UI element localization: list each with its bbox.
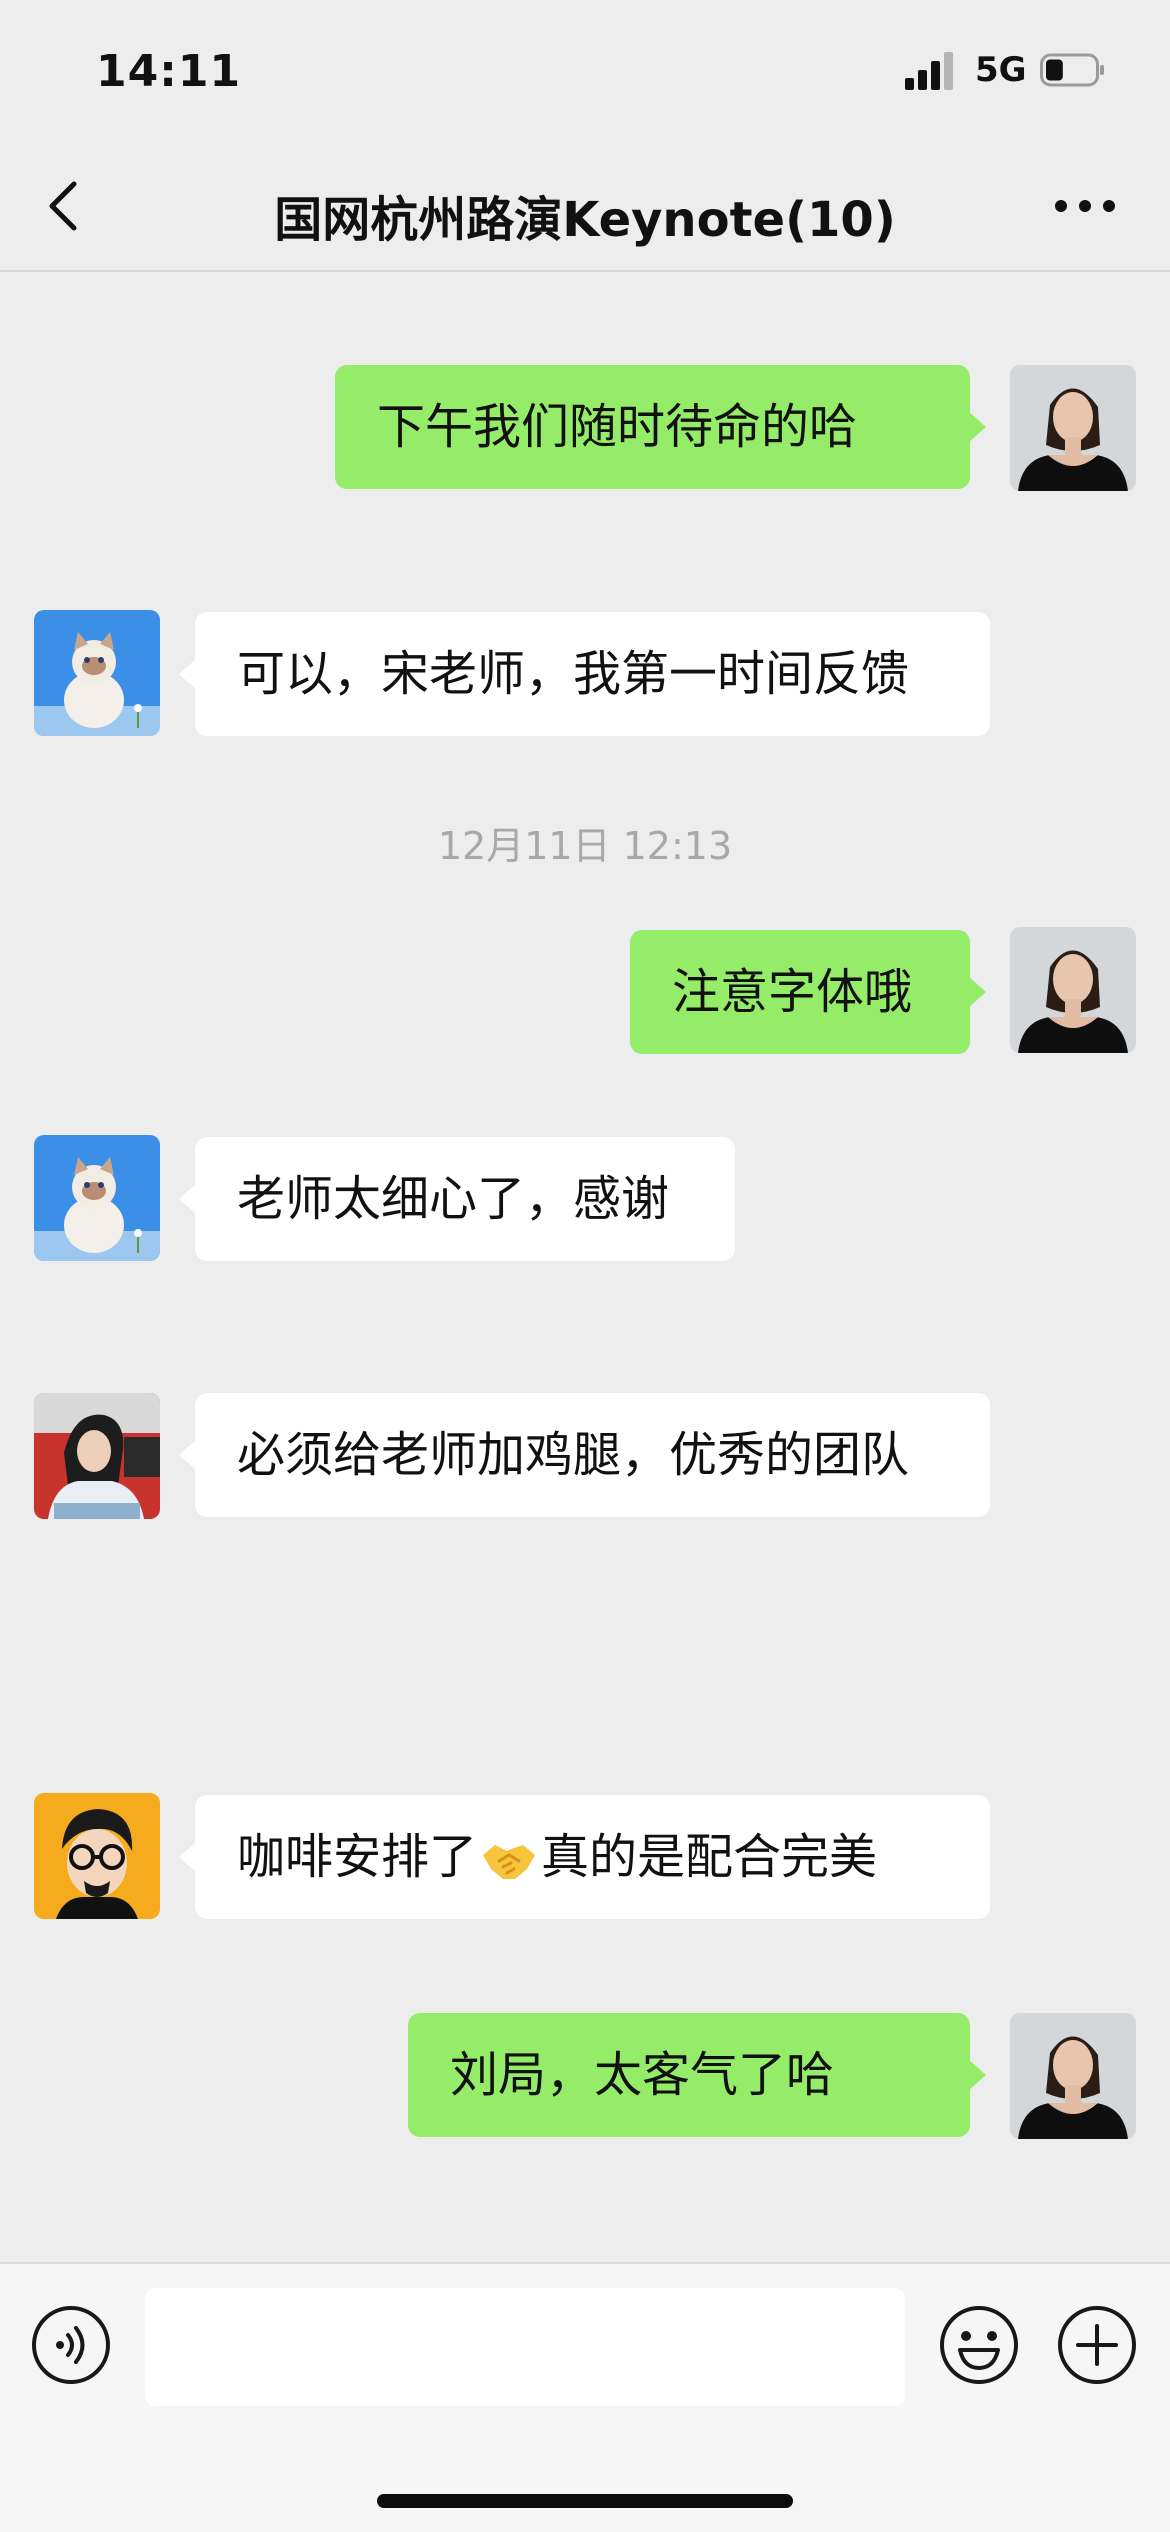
handshake-emoji bbox=[483, 1845, 536, 1879]
white-cat-avatar[interactable] bbox=[34, 1135, 160, 1261]
message-bubble-incoming[interactable]: 可以，宋老师，我第一时间反馈 bbox=[179, 612, 990, 736]
message-bubble-incoming[interactable]: 老师太细心了，感谢 bbox=[179, 1137, 735, 1261]
voice-icon[interactable] bbox=[30, 2304, 112, 2386]
chat-title: 国网杭州路演Keynote(10) bbox=[274, 192, 896, 248]
message-text: 咖啡安排了 bbox=[237, 1829, 478, 1885]
status-time: 14:11 bbox=[96, 46, 242, 97]
more-dots-icon[interactable] bbox=[1050, 192, 1120, 220]
status-bar: 14:11 5G bbox=[0, 0, 1170, 140]
signal-icon bbox=[905, 52, 953, 90]
chat-header: 国网杭州路演Keynote(10) bbox=[0, 140, 1170, 272]
timestamp: 12月11日 12:13 bbox=[437, 824, 733, 868]
message-bubble-outgoing[interactable]: 注意字体哦 bbox=[630, 930, 986, 1054]
message-text: 必须给老师加鸡腿，优秀的团队 bbox=[237, 1427, 910, 1483]
message-bubble-outgoing[interactable]: 刘局，太客气了哈 bbox=[408, 2013, 986, 2137]
battery-icon bbox=[1040, 53, 1104, 87]
woman-black-dress-avatar[interactable] bbox=[1010, 2013, 1136, 2139]
message-bubble-outgoing[interactable]: 下午我们随时待命的哈 bbox=[335, 365, 986, 489]
network-label: 5G bbox=[975, 50, 1027, 90]
white-cat-avatar[interactable] bbox=[34, 610, 160, 736]
chat-screen: 14:11 5G 国网杭州路演Keynote(10) 下午我们随时待命的哈 可以… bbox=[0, 0, 1170, 2532]
woman-black-dress-avatar[interactable] bbox=[1010, 927, 1136, 1053]
message-text: 真的是配合完美 bbox=[541, 1829, 878, 1885]
message-text: 下午我们随时待命的哈 bbox=[377, 399, 858, 455]
message-text: 可以，宋老师，我第一时间反馈 bbox=[237, 646, 910, 702]
message-bubble-incoming[interactable]: 咖啡安排了 真的是配合完美 bbox=[179, 1795, 990, 1919]
message-text: 注意字体哦 bbox=[672, 964, 913, 1020]
home-indicator[interactable] bbox=[377, 2494, 793, 2508]
plus-circle-icon[interactable] bbox=[1056, 2304, 1138, 2386]
woman-black-dress-avatar[interactable] bbox=[1010, 365, 1136, 491]
cartoon-glasses-man-avatar[interactable] bbox=[34, 1793, 160, 1919]
input-bar bbox=[0, 2262, 1170, 2532]
message-input[interactable] bbox=[145, 2288, 905, 2406]
emoji-face-icon[interactable] bbox=[938, 2304, 1020, 2386]
message-text: 刘局，太客气了哈 bbox=[450, 2047, 835, 2103]
girl-red-shirt-avatar[interactable] bbox=[34, 1393, 160, 1519]
message-bubble-incoming[interactable]: 必须给老师加鸡腿，优秀的团队 bbox=[179, 1393, 990, 1517]
message-text: 老师太细心了，感谢 bbox=[237, 1171, 670, 1227]
chevron-left-icon[interactable] bbox=[40, 178, 90, 234]
